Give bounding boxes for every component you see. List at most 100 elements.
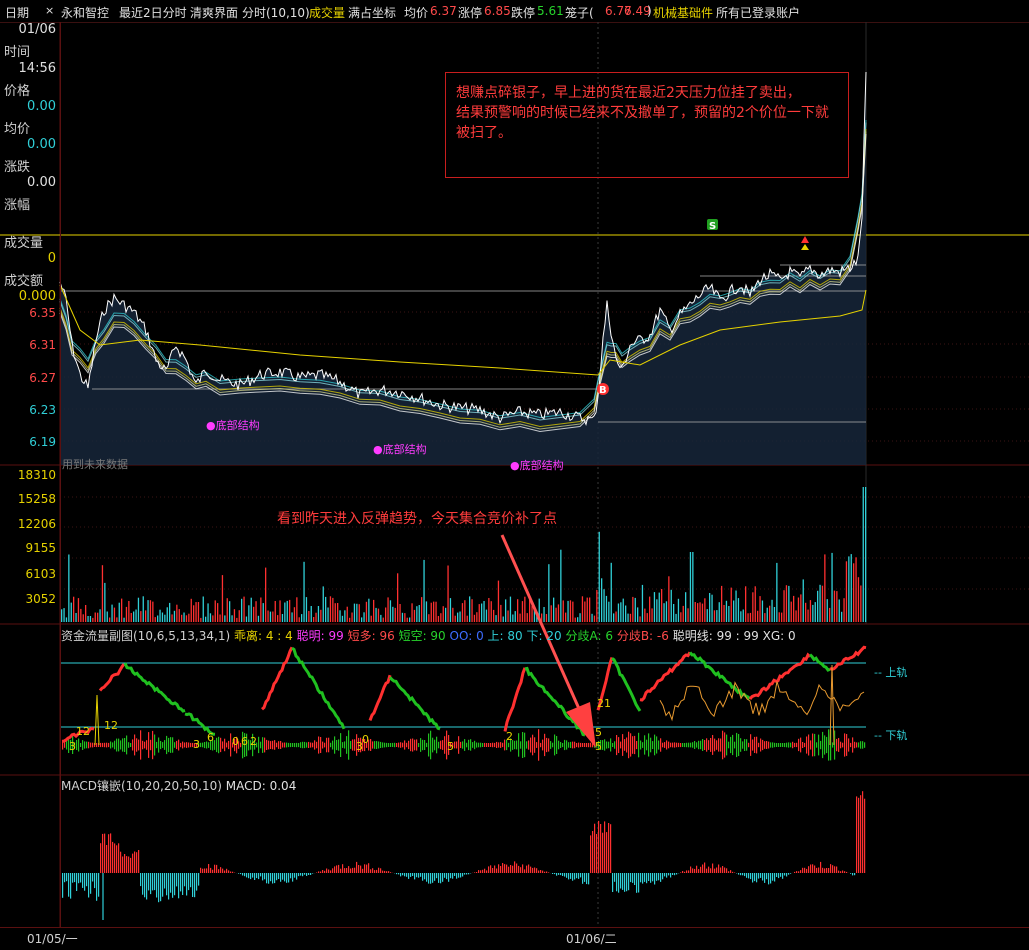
flow-bar [400,742,401,748]
volume-bar [143,596,144,622]
macd-bar [74,873,75,882]
volume-bar [174,611,175,622]
macd-bar [728,871,729,873]
volume-bar [447,566,448,623]
macd-bar [850,873,851,874]
volume-bar [438,616,439,622]
macd-bar [712,864,713,874]
flow-bar [838,738,839,752]
macd-bar [316,873,317,874]
flow-bar [486,743,487,747]
macd-bar [196,873,197,891]
divb-value: -6 [657,629,669,643]
flow-wave [810,655,830,670]
volume-bar [635,598,636,622]
macd-header[interactable]: MACD镶嵌(10,20,20,50,10) MACD: 0.04 [61,777,296,794]
flow-bar [530,738,531,753]
volume-bar [726,601,727,622]
flow-bar [606,742,607,749]
macd-bar [490,865,491,873]
volume-bar [567,601,568,622]
macd-bar [206,868,207,873]
macd-bar [282,873,283,880]
volume-bar [788,586,789,622]
flow-bar [564,740,565,750]
macd-bar [144,873,145,897]
flow-bar [618,737,619,753]
flow-bar [756,737,757,754]
macd-bar [716,868,717,874]
volume-bar [623,599,624,622]
volume-bar [467,616,468,622]
flow-bar [692,742,693,748]
smart-value: 99 : 99 [717,629,759,643]
volume-bar [337,603,338,622]
volume-bar [236,618,237,622]
volume-bar [812,605,813,622]
volume-bar [275,601,276,622]
volume-bar [83,614,84,622]
volume-bar [853,563,854,622]
volume-bar [755,586,756,622]
flow-bar [316,742,317,749]
flow-bar [310,743,311,748]
volume-bar [241,599,242,622]
flow-bar [820,741,821,749]
macd-bar [500,866,501,873]
volume-bar [649,597,650,622]
volume-bar [560,550,561,622]
macd-bar [284,873,285,881]
flow-bar [750,734,751,756]
macd-bar [542,871,543,873]
volume-bar [311,606,312,622]
volume-bar [150,600,151,622]
flow-bar [116,739,117,752]
flow-spike [830,665,834,745]
macd-bar [634,873,635,885]
volume-bar [291,612,292,622]
flow-bar [664,742,665,748]
volume-bar [493,610,494,622]
flow-bar [860,741,861,749]
volume-bar [308,611,309,622]
flow-bar [326,738,327,753]
flow-bar [482,743,483,747]
volume-bar [817,591,818,622]
flow-bar [334,736,335,753]
flow-bar [120,740,121,749]
macd-bar [272,873,273,884]
flow-bar [124,738,125,752]
macd-bar [690,867,691,874]
macd-bar [668,873,669,875]
macd-bar [680,872,681,873]
flow-bar [502,743,503,747]
macd-bar [802,868,803,873]
volume-bar [603,589,604,622]
flow-bar [532,735,533,756]
date-value: 01/06 [19,22,56,37]
flow-bar [110,742,111,749]
volume-bar [440,613,441,622]
price-tick: 6.35 [29,306,56,320]
macd-bar [708,867,709,873]
flow-bar [336,740,337,750]
flow-indicator-header[interactable]: 资金流量副图(10,6,5,13,34,1) 乖离: 4 : 4 聪明: 99 … [61,627,796,644]
macd-bar [120,852,121,873]
flow-bar [268,741,269,750]
macd-bar [350,869,351,874]
volume-bar [97,613,98,622]
flow-bar [476,743,477,748]
macd-bar [306,873,307,876]
flow-bar [660,738,661,751]
volume-bar [495,615,496,622]
macd-bar [96,873,97,901]
volume-bar [671,590,672,622]
macd-bar [390,872,391,873]
flow-bar [728,742,729,749]
flow-bar [292,743,293,747]
macd-bar [608,823,609,873]
flow-bar [258,737,259,753]
macd-bar [768,873,769,884]
flow-bar [824,735,825,754]
volume-bar [68,555,69,623]
